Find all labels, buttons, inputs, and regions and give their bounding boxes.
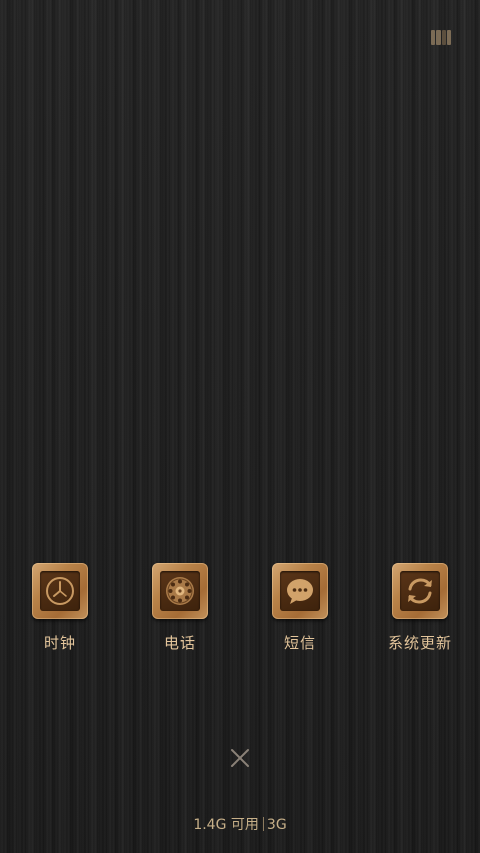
- app-clock[interactable]: 时钟: [0, 563, 120, 652]
- manage-icon-bar: [436, 30, 441, 45]
- divider: [262, 817, 264, 831]
- app-tile: [152, 563, 208, 619]
- clock-icon: [40, 571, 80, 611]
- app-label: 系统更新: [387, 634, 452, 652]
- manage-icon-bar: [431, 30, 436, 45]
- recent-apps-screen: 时钟 电话 短信 系统更新 1.4G 可用 3G: [0, 0, 480, 853]
- manage-icon-bar: [446, 30, 451, 45]
- app-label: 短信: [283, 634, 316, 652]
- memory-status: 1.4G 可用 3G: [0, 815, 480, 835]
- app-label: 时钟: [43, 634, 76, 652]
- app-label: 电话: [163, 634, 196, 652]
- app-messages[interactable]: 短信: [240, 563, 360, 652]
- manage-icon-bar: [441, 30, 446, 45]
- app-phone[interactable]: 电话: [120, 563, 240, 652]
- app-tile: [32, 563, 88, 619]
- phone-dial-icon: [160, 571, 200, 611]
- app-system-update[interactable]: 系统更新: [360, 563, 480, 652]
- close-icon[interactable]: [229, 747, 251, 769]
- network-type-text: 3G: [266, 817, 287, 833]
- refresh-arrows-icon: [400, 571, 440, 611]
- recent-apps-row: 时钟 电话 短信 系统更新: [0, 563, 480, 652]
- app-tile: [392, 563, 448, 619]
- message-bubble-icon: [280, 571, 320, 611]
- recent-apps-manage-icon[interactable]: [431, 30, 451, 45]
- app-tile: [272, 563, 328, 619]
- memory-available-text: 1.4G 可用: [193, 817, 259, 833]
